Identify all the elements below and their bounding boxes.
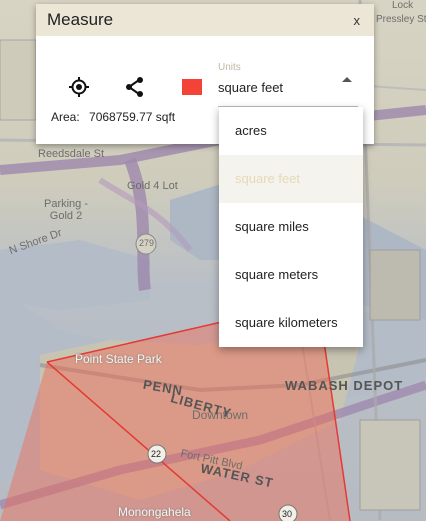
area-value: 7068759.77 sqft xyxy=(89,110,176,124)
option-acres[interactable]: acres xyxy=(219,107,363,155)
area-readout: Area: 7068759.77 sqft xyxy=(51,110,181,124)
map-label-point-state-park: Point State Park xyxy=(75,352,162,366)
close-button[interactable]: x xyxy=(354,13,361,28)
map-label-monongahela: Monongahela xyxy=(118,505,191,519)
units-dropdown: acres square feet square miles square me… xyxy=(219,107,363,347)
option-square-miles[interactable]: square miles xyxy=(219,203,363,251)
map-label-reedsdale: Reedsdale St xyxy=(38,148,105,160)
map-label-parking-gold2: Parking - Gold 2 xyxy=(43,198,89,222)
map-shield-30: 30 xyxy=(282,509,293,519)
option-square-meters[interactable]: square meters xyxy=(219,251,363,299)
map-label-wabash-depot: WABASH DEPOT xyxy=(285,378,404,393)
caret-up-icon xyxy=(342,77,352,82)
option-square-kilometers[interactable]: square kilometers xyxy=(219,299,363,347)
polygon-draw-icon[interactable] xyxy=(124,76,146,98)
measure-tools xyxy=(68,76,202,98)
option-square-feet[interactable]: square feet xyxy=(219,155,363,203)
map-shield-22: 22 xyxy=(151,449,162,459)
color-swatch[interactable] xyxy=(182,79,202,95)
map-label-lock: Lock xyxy=(392,0,414,11)
map-label-gold4: Gold 4 Lot xyxy=(127,180,178,192)
units-select[interactable]: Units square feet xyxy=(218,60,358,107)
dialog-title: Measure xyxy=(47,10,114,29)
map-shield-279: 279 xyxy=(139,238,155,248)
map-label-pressley: Pressley St xyxy=(376,14,426,25)
dialog-header: Measure x xyxy=(36,4,374,36)
locate-icon[interactable] xyxy=(68,76,90,98)
units-value: square feet xyxy=(218,80,284,95)
area-label: Area: xyxy=(51,110,80,124)
units-label: Units xyxy=(218,62,241,73)
